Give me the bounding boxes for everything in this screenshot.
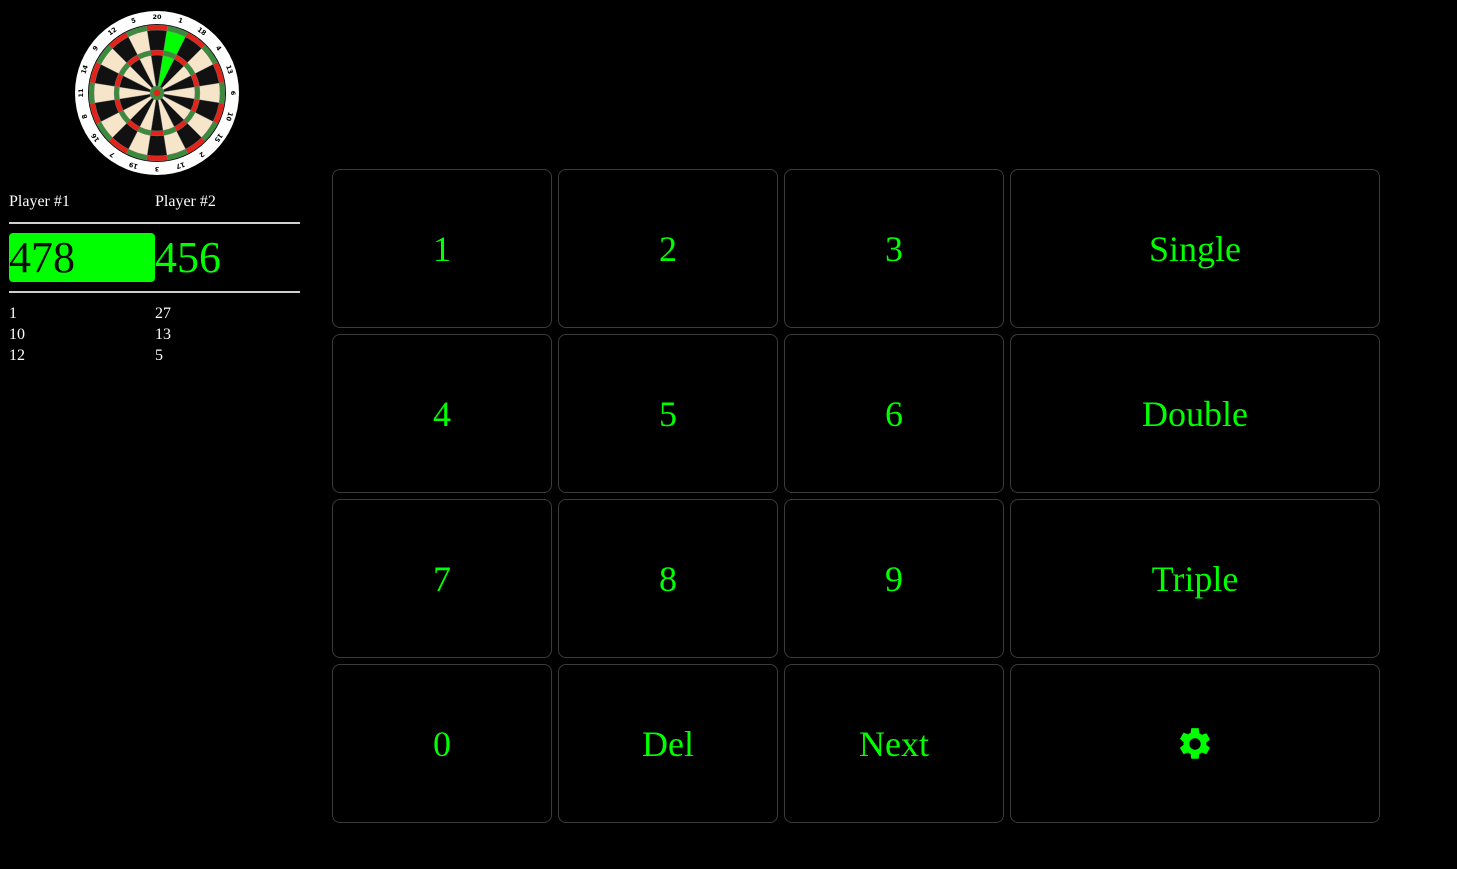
triple-button[interactable]: Triple	[1010, 499, 1380, 658]
player-2-throws: 27 13 5	[155, 303, 171, 366]
segment-triple-3	[150, 130, 164, 137]
double-button[interactable]: Double	[1010, 334, 1380, 493]
player-2-name: Player #2	[155, 193, 216, 210]
player-1-score: 478	[9, 233, 155, 282]
keypad: 1 2 3 Single 4 5 6 Double 7 8 9 Triple 0…	[332, 169, 1380, 823]
segment-outer-11	[93, 82, 115, 104]
board-number-20: 20	[152, 13, 162, 21]
segment-double-11	[88, 82, 95, 104]
segment-outer-20	[146, 29, 168, 51]
key-8[interactable]: 8	[558, 499, 778, 658]
segment-triple-20	[150, 49, 164, 56]
board-number-3: 3	[155, 165, 160, 173]
throw-value: 27	[155, 305, 171, 322]
key-9[interactable]: 9	[784, 499, 1004, 658]
board-number-11: 11	[77, 88, 85, 98]
throw-value: 10	[9, 326, 25, 343]
divider	[9, 291, 300, 293]
key-6[interactable]: 6	[784, 334, 1004, 493]
divider	[9, 222, 300, 224]
key-2[interactable]: 2	[558, 169, 778, 328]
dartboard-graphic: 20 11841361015217319716811149125	[75, 11, 239, 175]
key-3[interactable]: 3	[784, 169, 1004, 328]
key-5[interactable]: 5	[558, 334, 778, 493]
segment-double-6	[219, 82, 226, 104]
throw-value: 1	[9, 305, 17, 322]
segment-outer-3	[146, 135, 168, 157]
key-1[interactable]: 1	[332, 169, 552, 328]
key-4[interactable]: 4	[332, 334, 552, 493]
board-number-6: 6	[229, 91, 237, 96]
player-1-throws: 1 10 12	[9, 303, 25, 366]
dartboard: 20 1 18 4 13 6 10 15 2 17 3 19 7 16 8 11 14 9 12 5	[74, 10, 240, 176]
segment-double-20	[146, 24, 168, 31]
settings-button[interactable]	[1010, 664, 1380, 823]
player-2-score: 456	[155, 233, 221, 282]
gear-icon	[1180, 727, 1210, 759]
segment-triple-11	[113, 86, 120, 100]
throw-value: 5	[155, 347, 163, 364]
key-7[interactable]: 7	[332, 499, 552, 658]
segment-double-3	[146, 155, 168, 162]
next-button[interactable]: Next	[784, 664, 1004, 823]
single-button[interactable]: Single	[1010, 169, 1380, 328]
throw-value: 12	[9, 347, 25, 364]
bullseye	[153, 89, 161, 97]
key-0[interactable]: 0	[332, 664, 552, 823]
segment-outer-6	[199, 82, 221, 104]
delete-button[interactable]: Del	[558, 664, 778, 823]
throw-value: 13	[155, 326, 171, 343]
segment-triple-6	[194, 86, 201, 100]
player-1-name: Player #1	[9, 193, 70, 210]
